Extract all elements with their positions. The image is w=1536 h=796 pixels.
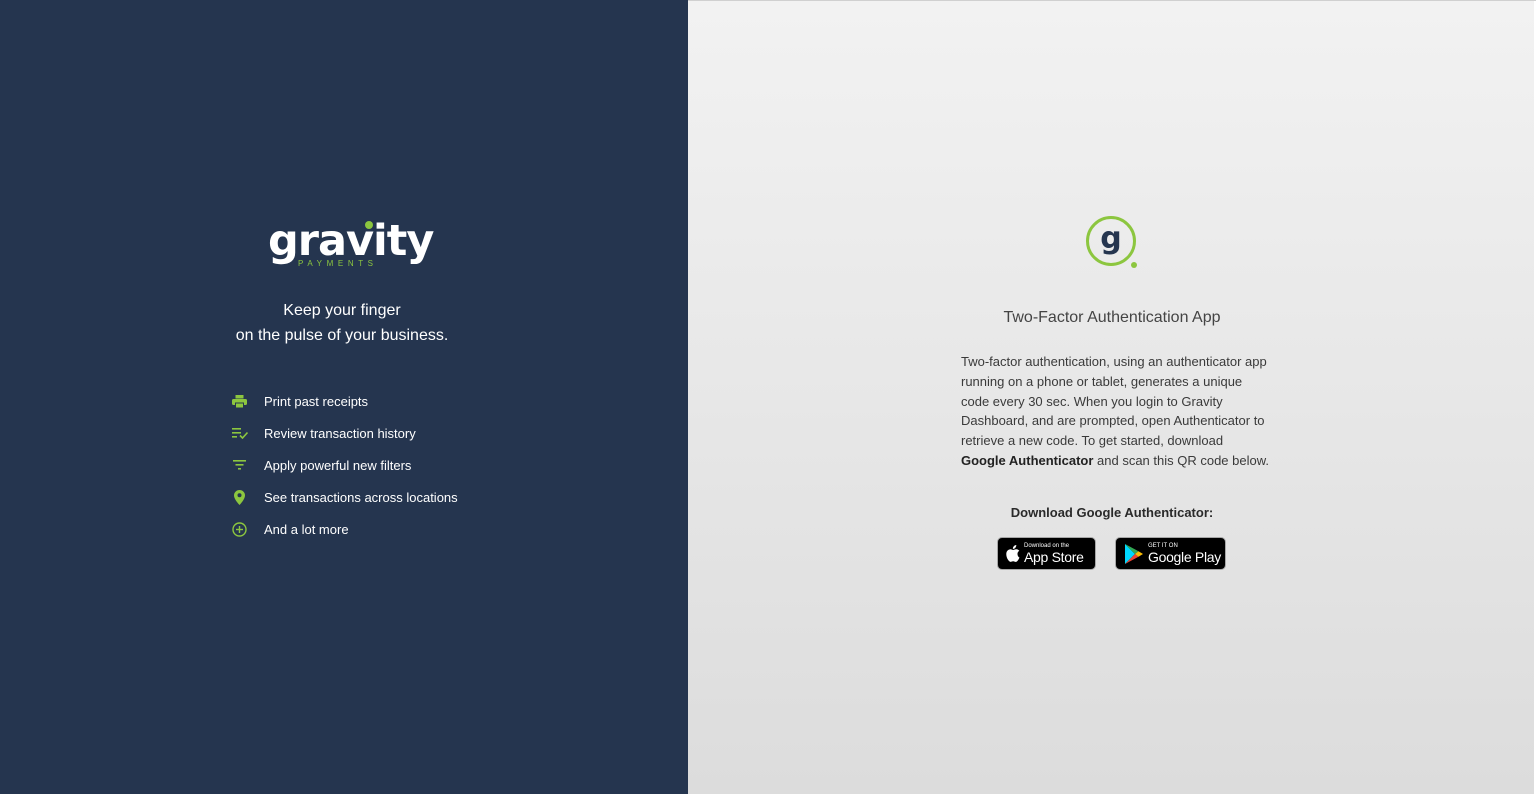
- page: gravity PAYMENTS Keep your finger on the…: [0, 0, 1536, 796]
- left-panel: gravity PAYMENTS Keep your finger on the…: [0, 0, 688, 796]
- tagline-line-2: on the pulse of your business.: [235, 327, 449, 344]
- gravity-logo: gravity PAYMENTS: [268, 216, 434, 269]
- printer-icon: [231, 393, 248, 410]
- feature-item: See transactions across locations: [231, 481, 458, 513]
- app-store-label: App Store: [1024, 549, 1084, 565]
- page-title: Two-Factor Authentication App: [1003, 309, 1221, 326]
- feature-item: Apply powerful new filters: [231, 449, 458, 481]
- feature-label: Print past receipts: [264, 393, 369, 409]
- description-text: Two-factor authentication, using an auth…: [961, 354, 1267, 449]
- google-play-label: Google Play: [1148, 549, 1221, 565]
- feature-label: Apply powerful new filters: [264, 457, 412, 473]
- tagline-line-1: Keep your finger: [283, 302, 401, 319]
- feature-label: Review transaction history: [264, 425, 416, 441]
- right-panel: g Two-Factor Authentication App Two-fact…: [688, 0, 1536, 796]
- logo-wordmark: gravity: [268, 216, 434, 266]
- app-store-button[interactable]: Download on the App Store: [997, 537, 1096, 570]
- description: Two-factor authentication, using an auth…: [961, 352, 1271, 471]
- google-play-icon: [1124, 543, 1144, 565]
- description-text-end: and scan this QR code below.: [1093, 452, 1270, 468]
- logo-dot: [365, 221, 373, 229]
- gravity-g-icon: g: [1085, 215, 1141, 271]
- feature-label: See transactions across locations: [264, 489, 458, 505]
- feature-item: And a lot more: [231, 513, 458, 545]
- google-play-button[interactable]: GET IT ON Google Play: [1115, 537, 1226, 570]
- plus-circle-icon: [231, 521, 248, 538]
- download-label: Download Google Authenticator:: [1010, 505, 1214, 520]
- feature-item: Review transaction history: [231, 417, 458, 449]
- feature-label: And a lot more: [264, 521, 349, 537]
- description-bold: Google Authenticator: [961, 452, 1094, 468]
- tagline: Keep your finger on the pulse of your bu…: [200, 298, 484, 348]
- location-pin-icon: [231, 489, 248, 506]
- feature-item: Print past receipts: [231, 385, 458, 417]
- apple-icon: [1006, 545, 1020, 562]
- filter-icon: [231, 457, 248, 474]
- feature-list: Print past receipts Review transaction h…: [231, 385, 458, 545]
- svg-text:g: g: [1100, 221, 1121, 256]
- list-check-icon: [231, 425, 248, 442]
